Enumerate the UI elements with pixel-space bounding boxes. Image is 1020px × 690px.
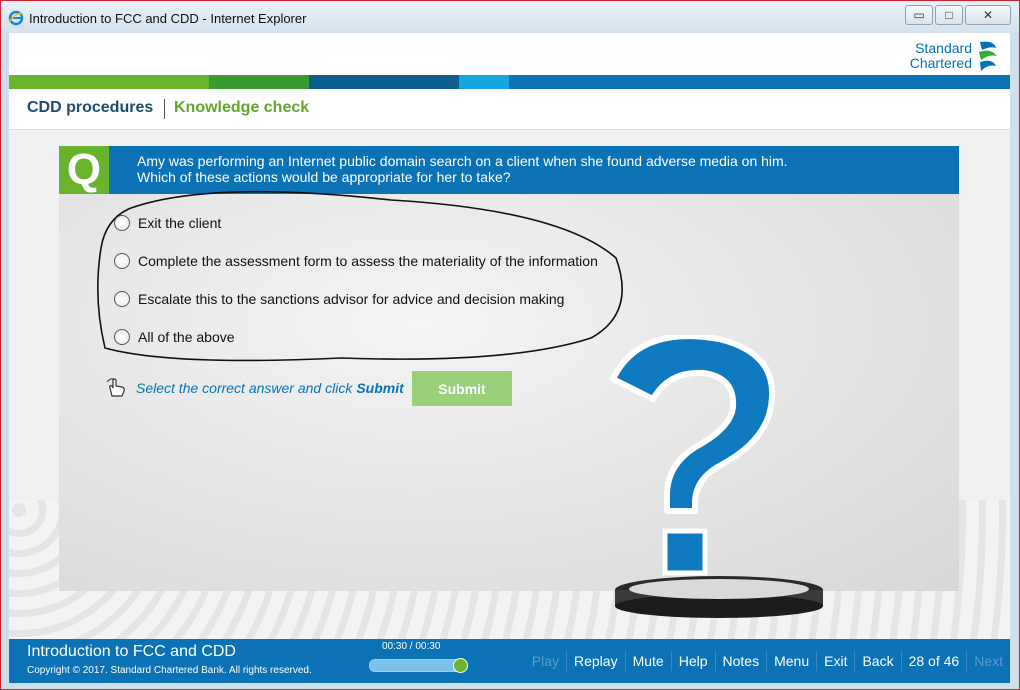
exit-button[interactable]: Exit (816, 651, 854, 671)
question-text: Amy was performing an Internet public do… (137, 153, 937, 185)
breadcrumb-divider (164, 99, 165, 119)
progress-thumb[interactable] (453, 658, 468, 673)
question-mark-illustration (610, 335, 823, 618)
course-title: Introduction to FCC and CDD (27, 643, 236, 660)
course-content: Standard Chartered CDD procedures Knowle… (9, 33, 1010, 683)
title-bar: Introduction to FCC and CDD - Internet E… (1, 1, 1019, 33)
brand-line2: Chartered (909, 55, 972, 71)
playback-time: 00:30 / 00:30 (382, 641, 441, 652)
radio-button[interactable] (114, 328, 130, 345)
brand-logo: Standard Chartered (910, 38, 1000, 74)
progress-slider[interactable] (369, 659, 463, 672)
instruction-hint: Select the correct answer and click Subm… (104, 376, 404, 400)
question-bar: Q Amy was performing an Internet public … (59, 145, 959, 194)
answer-option-3[interactable]: Escalate this to the sanctions advisor f… (114, 289, 598, 308)
course-header: Standard Chartered (9, 33, 1010, 75)
color-stripe-green (9, 75, 209, 89)
answer-option-label: Exit the client (138, 214, 222, 231)
question-badge: Q (59, 145, 109, 194)
answer-option-label: Complete the assessment form to assess t… (138, 252, 598, 269)
browser-window: Introduction to FCC and CDD - Internet E… (0, 0, 1020, 690)
minimize-button[interactable]: ▭ (905, 5, 933, 25)
replay-button[interactable]: Replay (566, 651, 625, 671)
brand-line1: Standard (915, 40, 972, 56)
close-button[interactable]: ✕ (965, 5, 1011, 25)
help-button[interactable]: Help (670, 651, 715, 671)
standard-chartered-logo-icon (976, 38, 1000, 74)
course-footer: Introduction to FCC and CDD Copyright © … (9, 639, 1010, 683)
question-text-line2: Which of these actions would be appropri… (137, 169, 511, 185)
breadcrumb-page: Knowledge check (174, 99, 310, 116)
notes-button[interactable]: Notes (714, 651, 767, 671)
progress-fill (370, 660, 462, 671)
instruction-emphasis: Submit (356, 380, 404, 396)
color-stripe-navy (309, 75, 459, 89)
back-button[interactable]: Back (854, 651, 900, 671)
question-text-line1: Amy was performing an Internet public do… (137, 153, 788, 169)
radio-button[interactable] (114, 252, 130, 269)
window-title: Introduction to FCC and CDD - Internet E… (29, 11, 307, 26)
color-stripe-cyan (459, 75, 509, 89)
answer-option-1[interactable]: Exit the client (114, 213, 598, 232)
color-stripe-blue (509, 75, 1010, 89)
ie-icon (8, 10, 24, 26)
copyright-text: Copyright © 2017. Standard Chartered Ban… (27, 665, 312, 676)
page-counter: 28 of 46 (900, 651, 967, 671)
course-nav: Play Replay Mute Help Notes Menu Exit Ba… (525, 651, 1010, 671)
answer-option-label: All of the above (138, 328, 235, 345)
answer-option-4[interactable]: All of the above (114, 327, 598, 346)
radio-button[interactable] (114, 214, 130, 231)
submit-button[interactable]: Submit (412, 371, 512, 406)
instruction-text: Select the correct answer and click (136, 380, 353, 396)
maximize-button[interactable]: □ (935, 5, 963, 25)
color-stripe-darkgreen (209, 75, 309, 89)
next-button[interactable]: Next (966, 651, 1010, 671)
answer-option-2[interactable]: Complete the assessment form to assess t… (114, 251, 598, 270)
breadcrumb: CDD procedures Knowledge check (9, 89, 1010, 130)
hand-pointer-icon (104, 376, 128, 400)
play-button[interactable]: Play (525, 651, 566, 671)
question-stage: Q Amy was performing an Internet public … (9, 130, 1010, 640)
breadcrumb-section: CDD procedures (27, 99, 154, 116)
answer-options: Exit the client Complete the assessment … (114, 213, 598, 365)
answer-option-label: Escalate this to the sanctions advisor f… (138, 290, 565, 307)
menu-button[interactable]: Menu (766, 651, 816, 671)
radio-button[interactable] (114, 290, 130, 307)
mute-button[interactable]: Mute (624, 651, 671, 671)
